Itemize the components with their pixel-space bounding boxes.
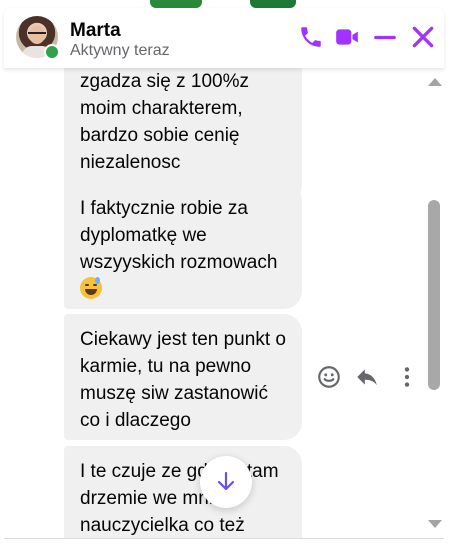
- background-image-fragment: [250, 0, 296, 8]
- background-image-fragment: [150, 0, 202, 8]
- message-bubble[interactable]: I faktycznie robie za dyplomatkę we wszy…: [64, 183, 302, 309]
- arrow-down-icon: [217, 471, 235, 491]
- scroll-down-arrow-icon[interactable]: [428, 520, 442, 528]
- scroll-up-arrow-icon[interactable]: [428, 78, 442, 86]
- phone-icon[interactable]: [298, 24, 324, 50]
- contact-name[interactable]: Marta: [70, 20, 121, 42]
- minimize-icon[interactable]: [372, 24, 398, 50]
- composer-area: [0, 539, 451, 553]
- message-bubble[interactable]: I te czuje ze gdzieś tam drzemie we mnie…: [64, 446, 302, 538]
- jump-to-latest-button[interactable]: [200, 456, 252, 508]
- message-bubble[interactable]: Ciekawy jest ten punkt o karmie, tu na p…: [64, 314, 302, 440]
- message-text: Ciekawy jest ten punkt o karmie, tu na p…: [80, 329, 286, 431]
- video-icon[interactable]: [334, 24, 360, 50]
- chat-header: Marta Aktywny teraz: [4, 8, 444, 68]
- reply-icon[interactable]: [354, 364, 380, 390]
- message-text: zgadza się z 100%z moim charakterem, bar…: [80, 71, 249, 173]
- emoji-react-icon[interactable]: [316, 364, 342, 390]
- message-text: I faktycznie robie za dyplomatkę we wszy…: [80, 198, 278, 273]
- more-options-icon[interactable]: [394, 364, 420, 390]
- avatar-glasses: [28, 32, 46, 38]
- online-status-dot: [44, 44, 60, 60]
- contact-status: Aktywny teraz: [70, 42, 170, 59]
- message-actions: [316, 364, 416, 392]
- scrollbar-thumb[interactable]: [428, 200, 440, 390]
- top-strip: [0, 0, 451, 8]
- close-icon[interactable]: [410, 24, 436, 50]
- grinning-sweat-emoji-icon: [80, 277, 102, 299]
